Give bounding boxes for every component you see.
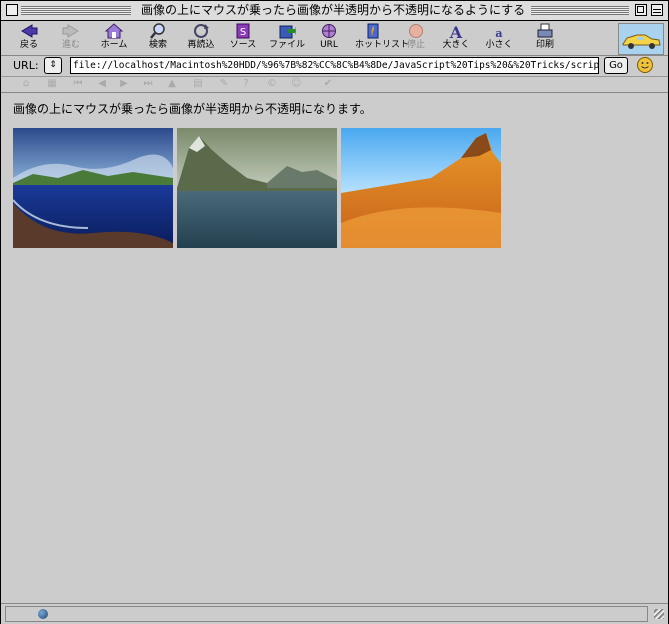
forward-button[interactable]: 進む: [58, 23, 84, 53]
stop-button[interactable]: 停止: [403, 23, 429, 53]
window-title: 画像の上にマウスが乗ったら画像が半透明から不透明になるようにする: [135, 2, 532, 19]
status-bar: [1, 603, 668, 624]
title-stripes-right: [531, 6, 629, 15]
url-input[interactable]: file://localhost/Macintosh%20HDD/%96%7B%…: [70, 57, 599, 74]
previous-icon[interactable]: ◀: [97, 79, 107, 89]
stop-label: 停止: [406, 40, 425, 50]
reload-button[interactable]: 再読込: [185, 23, 217, 53]
last-icon[interactable]: ⏭: [143, 79, 153, 89]
edit-icon[interactable]: ✎: [219, 79, 229, 89]
search-button[interactable]: 検索: [145, 23, 171, 53]
search-label: 検索: [148, 40, 167, 50]
font-smaller-label: 小さく: [485, 40, 513, 50]
updown-arrows-icon: ⇕: [49, 60, 57, 70]
home-button[interactable]: ホーム: [98, 23, 130, 53]
source-button[interactable]: S ソース: [228, 23, 258, 53]
reload-label: 再読込: [187, 40, 215, 50]
index-icon[interactable]: ▤: [193, 79, 203, 89]
title-stripes-left: [21, 6, 131, 15]
home-icon: [105, 23, 123, 39]
font-larger-icon: A: [449, 23, 463, 39]
search-icon: [150, 23, 165, 39]
home-small-icon[interactable]: ⌂: [21, 79, 31, 89]
forward-label: 進む: [61, 40, 80, 50]
font-smaller-button[interactable]: a 小さく: [485, 23, 513, 53]
page-content: 画像の上にマウスが乗ったら画像が半透明から不透明になります。: [4, 93, 664, 603]
svg-text:A: A: [449, 23, 463, 39]
back-button[interactable]: 戻る: [16, 23, 42, 53]
author-icon[interactable]: ☺: [291, 79, 301, 89]
close-box[interactable]: [6, 4, 18, 16]
back-arrow-icon: [21, 24, 38, 38]
collapse-box[interactable]: [651, 4, 663, 16]
hotlist-icon: [367, 23, 379, 39]
globe-icon: [38, 609, 48, 619]
print-label: 印刷: [535, 40, 554, 50]
address-bar: URL: ⇕ file://localhost/Macintosh%20HDD/…: [1, 56, 668, 77]
desert-peak-image: [341, 128, 501, 248]
image-desert-peak[interactable]: [341, 128, 501, 248]
image-mountain-lake[interactable]: [177, 128, 337, 248]
smiley-icon[interactable]: [637, 57, 653, 73]
reload-icon: [194, 24, 209, 38]
page-caption: 画像の上にマウスが乗ったら画像が半透明から不透明になります。: [13, 102, 372, 116]
url-field-label: URL:: [13, 59, 39, 72]
font-larger-label: 大きく: [442, 40, 470, 50]
file-icon: [279, 25, 296, 39]
url-icon: [322, 24, 336, 38]
font-smaller-icon: a: [495, 27, 502, 39]
source-icon: S: [236, 23, 250, 39]
browser-window: 画像の上にマウスが乗ったら画像が半透明から不透明になるようにする 戻る 進む ホ…: [0, 0, 669, 624]
font-larger-button[interactable]: A 大きく: [442, 23, 470, 53]
url-button[interactable]: URL: [317, 23, 341, 53]
mountain-lake-image: [177, 128, 337, 248]
svg-text:a: a: [495, 27, 502, 39]
source-label: ソース: [229, 40, 257, 50]
hotlist-label: ホットリスト: [355, 40, 410, 50]
car-logo-icon: [622, 34, 661, 49]
help-icon[interactable]: ?: [241, 79, 251, 89]
file-label: ファイル: [268, 40, 305, 50]
zoom-box[interactable]: [635, 4, 647, 16]
file-button[interactable]: ファイル: [268, 23, 306, 53]
print-icon: [537, 23, 553, 38]
back-label: 戻る: [19, 40, 38, 50]
next-icon[interactable]: ▶: [119, 79, 129, 89]
secondary-toolbar: ⌂ ▦ ⏮ ◀ ▶ ⏭ ▲ ▤ ✎ ? © ☺ ✔: [1, 77, 668, 93]
svg-text:S: S: [240, 27, 246, 38]
url-history-popup[interactable]: ⇕: [44, 57, 62, 74]
coast-landscape-image: [13, 128, 173, 248]
title-bar[interactable]: 画像の上にマウスが乗ったら画像が半透明から不透明になるようにする: [1, 1, 668, 21]
url-label: URL: [320, 40, 338, 50]
first-icon[interactable]: ⏮: [73, 79, 83, 89]
go-button[interactable]: Go: [604, 57, 628, 74]
status-field: [5, 606, 648, 622]
home-label: ホーム: [100, 40, 128, 50]
copyright-icon[interactable]: ©: [267, 79, 277, 89]
bookmark-icon[interactable]: ✔: [323, 79, 333, 89]
image-coast[interactable]: [13, 128, 173, 248]
print-button[interactable]: 印刷: [532, 23, 558, 53]
forward-arrow-icon: [62, 24, 79, 38]
hotlist-button[interactable]: ホットリスト: [355, 23, 410, 53]
up-icon[interactable]: ▲: [167, 79, 177, 89]
toolbar: 戻る 進む ホーム 検索 再読込 S ソース ファイル URL ホットリスト 停…: [1, 21, 668, 56]
grid-icon[interactable]: ▦: [47, 79, 57, 89]
resize-grip-icon[interactable]: [654, 609, 664, 619]
browser-logo[interactable]: [618, 23, 664, 55]
stop-icon: [409, 24, 423, 38]
